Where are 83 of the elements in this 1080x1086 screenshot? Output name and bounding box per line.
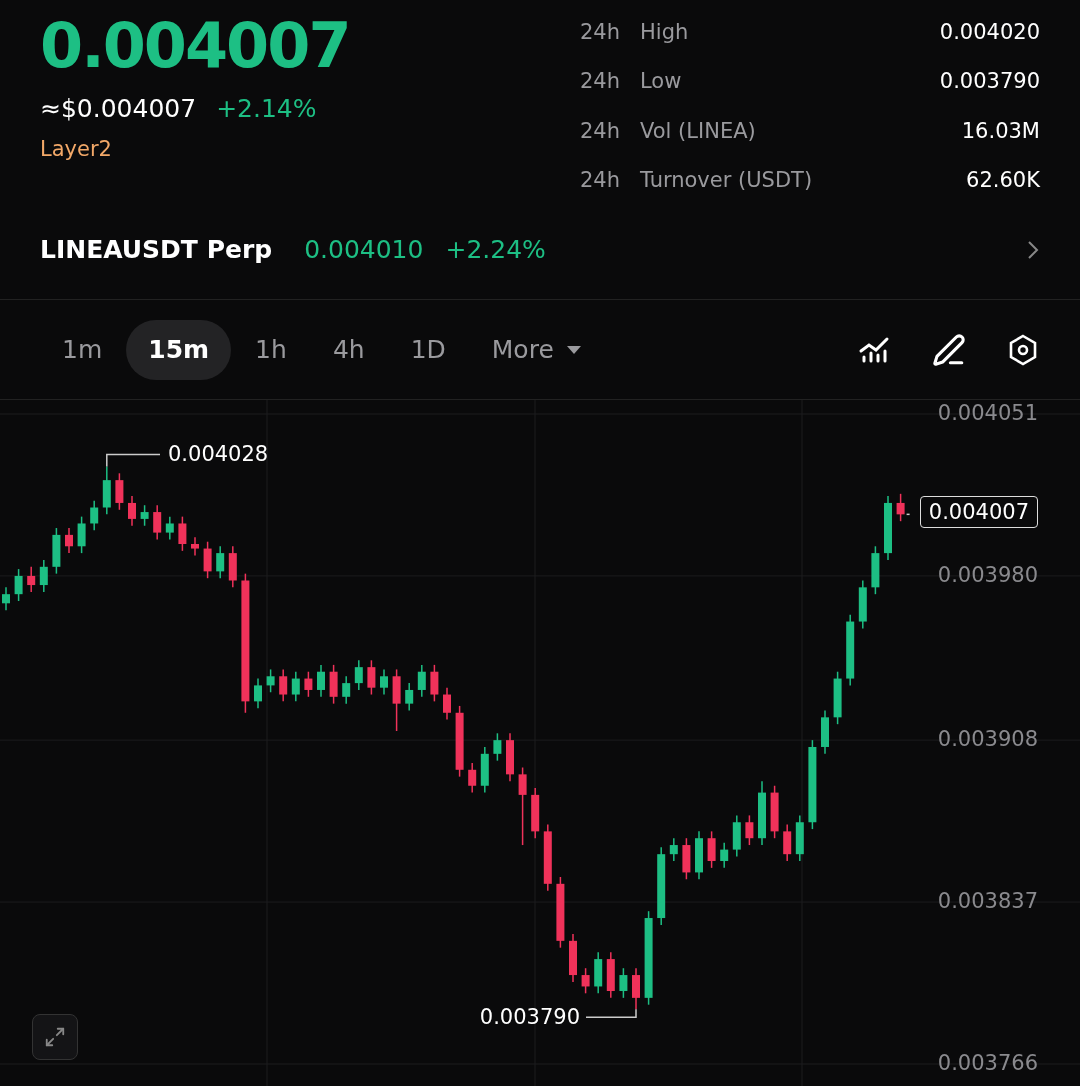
candlestick — [27, 566, 36, 593]
axis-label: 0.003980 — [937, 561, 1038, 588]
stat-value: 0.003790 — [939, 68, 1040, 96]
pen-icon[interactable] — [932, 332, 966, 367]
candlestick — [632, 967, 640, 1011]
perp-symbol[interactable]: LINEAUSDT Perp — [40, 235, 273, 264]
candlestick — [430, 664, 439, 703]
candlestick — [140, 504, 149, 527]
interval-tab[interactable]: 4h — [310, 319, 387, 380]
candlestick — [191, 536, 199, 557]
candlestick — [468, 762, 477, 794]
price-line — [905, 513, 913, 516]
stat-period: 24h — [580, 68, 622, 96]
interval-tab[interactable]: 1D — [388, 319, 468, 380]
interval-tab[interactable]: 15m — [126, 319, 232, 380]
candlestick — [14, 568, 23, 602]
interval-tab[interactable]: 1h — [233, 319, 309, 380]
interval-tab[interactable]: 1m — [40, 319, 125, 380]
more-dropdown[interactable]: More — [469, 319, 604, 380]
candlestick — [317, 664, 325, 698]
fiat-price: ≈$0.004007 — [40, 94, 197, 123]
candlestick — [203, 540, 212, 579]
high-marker-label: 0.004028 — [168, 441, 269, 468]
candlestick — [266, 668, 275, 693]
perp-change: +2.24% — [445, 235, 546, 264]
candlestick — [443, 686, 451, 721]
candlestick — [720, 842, 729, 869]
candlestick — [90, 499, 99, 532]
candlestick — [304, 670, 313, 698]
candlestick — [896, 493, 905, 522]
stat-label: Turnover (USDT) — [640, 166, 814, 194]
chevron-right-icon[interactable] — [1026, 238, 1040, 261]
candlestick — [165, 515, 174, 541]
stat-value: 0.004020 — [939, 19, 1040, 46]
last-price: 0.004007 — [40, 12, 350, 80]
candlestick — [279, 668, 288, 703]
candlestick — [342, 675, 351, 705]
category-tag[interactable]: Layer2 — [40, 137, 350, 161]
stat-period: 24h — [580, 166, 622, 194]
candlestick — [619, 967, 628, 999]
axis-label: 0.003837 — [937, 888, 1038, 915]
candlestick — [518, 766, 527, 846]
candlestick — [669, 837, 678, 862]
stat-label: Vol (LINEA) — [640, 117, 757, 145]
stat-label: Low — [640, 68, 683, 96]
stat-period: 24h — [580, 117, 622, 145]
candlestick — [216, 545, 225, 579]
stat-period: 24h — [580, 19, 622, 46]
leader-line — [106, 453, 161, 468]
candlestick — [417, 664, 426, 698]
candlestick — [254, 677, 262, 709]
stat-value: 62.60K — [965, 166, 1040, 194]
candlestick — [745, 814, 754, 846]
candlestick — [153, 504, 162, 541]
axis-label: 0.003908 — [937, 726, 1038, 753]
candlestick — [178, 515, 187, 552]
stat-value: 16.03M — [960, 117, 1040, 145]
candlestick — [707, 830, 716, 869]
candlestick — [77, 515, 86, 554]
candlestick — [367, 659, 376, 696]
perp-price: 0.004010 — [304, 235, 424, 264]
candlestick — [65, 527, 73, 554]
expand-icon — [44, 1026, 66, 1048]
caret-icon — [565, 344, 582, 355]
candlestick — [128, 495, 136, 527]
candlestick — [291, 670, 300, 703]
candlestick — [354, 659, 363, 691]
current-price-label: 0.004007 — [919, 496, 1038, 529]
stat-label: High — [640, 19, 690, 46]
expand-button[interactable] — [32, 1014, 78, 1060]
low-marker-label: 0.003790 — [479, 1004, 580, 1031]
candlestick — [115, 472, 124, 511]
candlestick — [493, 732, 502, 762]
candlestick — [2, 586, 10, 611]
leader-line — [585, 1008, 637, 1018]
candlestick — [783, 823, 792, 862]
candlestick — [39, 559, 48, 593]
axis-label: 0.003766 — [937, 1050, 1038, 1076]
candlestick — [380, 668, 388, 696]
axis-label: 0.004051 — [937, 400, 1038, 426]
candlestick — [405, 682, 414, 712]
candlestick — [581, 967, 590, 995]
price-change: +2.14% — [216, 94, 317, 123]
